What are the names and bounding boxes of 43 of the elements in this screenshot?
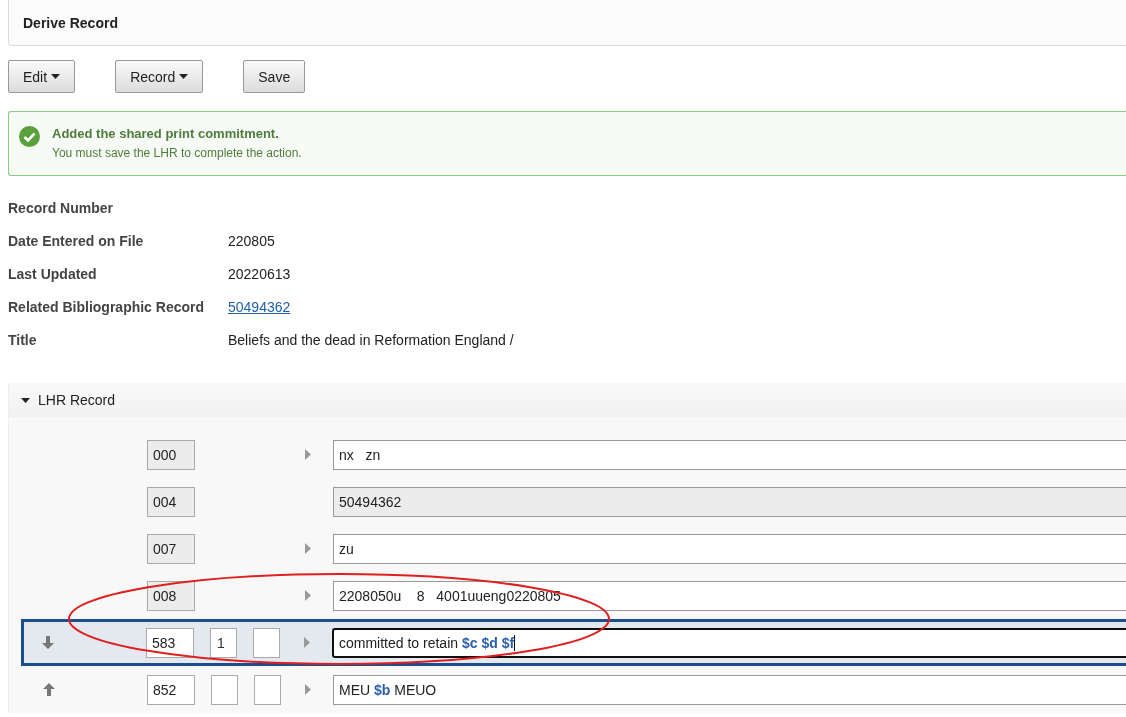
caret-icon [51,74,61,79]
caret-icon [21,397,30,403]
tag-field: 000 [147,439,195,470]
indicator-field[interactable] [253,627,280,658]
page-title: Derive Record [23,14,118,31]
field-content[interactable]: nx zn [333,439,1126,470]
tag-field: 008 [147,580,195,611]
indicator-field[interactable]: 1 [210,627,237,658]
alert-title: Added the shared print commitment. [52,126,280,141]
expand-icon[interactable] [305,683,311,695]
alert-message: You must save the LHR to complete the action. [52,146,302,160]
tag-field[interactable]: 852 [147,674,195,705]
expand-icon[interactable] [304,636,310,648]
expand-icon[interactable] [305,589,311,601]
field-label: Title [8,331,38,348]
save-button[interactable]: Save [243,60,306,93]
field-value: 20220613 [228,265,291,282]
record-link[interactable]: 50494362 [228,298,291,315]
tag-field: 004 [147,486,195,517]
down-arrow-icon[interactable] [41,636,55,649]
expand-icon[interactable] [305,542,311,554]
menu-button[interactable]: Record [115,60,204,93]
field-label: Date Entered on File [8,232,145,249]
indicator-field[interactable] [254,674,281,705]
expand-icon[interactable] [305,448,311,460]
field-value: Beliefs and the dead in Reformation England / [228,331,514,348]
tag-field[interactable]: 583 [146,627,194,658]
field-content[interactable]: committed to retain $c $d $f [332,627,1126,658]
field-label: Record Number [8,199,115,216]
up-arrow-icon[interactable] [42,683,56,696]
section-title: LHR Record [38,392,116,408]
check-icon [19,126,40,147]
tag-field: 007 [147,533,195,564]
caret-icon [179,74,189,79]
menu-button[interactable]: Edit [8,60,76,93]
field-label: Last Updated [8,265,98,282]
field-content[interactable]: 2208050u 8 4001uueng0220805 [333,580,1126,611]
field-label: Related Bibliographic Record [8,298,206,315]
field-content[interactable]: MEU $b MEUO [333,674,1126,705]
field-content[interactable]: zu [333,533,1126,564]
field-content[interactable]: 50494362 [333,486,1126,517]
indicator-field[interactable] [211,674,238,705]
field-value: 220805 [228,232,275,249]
